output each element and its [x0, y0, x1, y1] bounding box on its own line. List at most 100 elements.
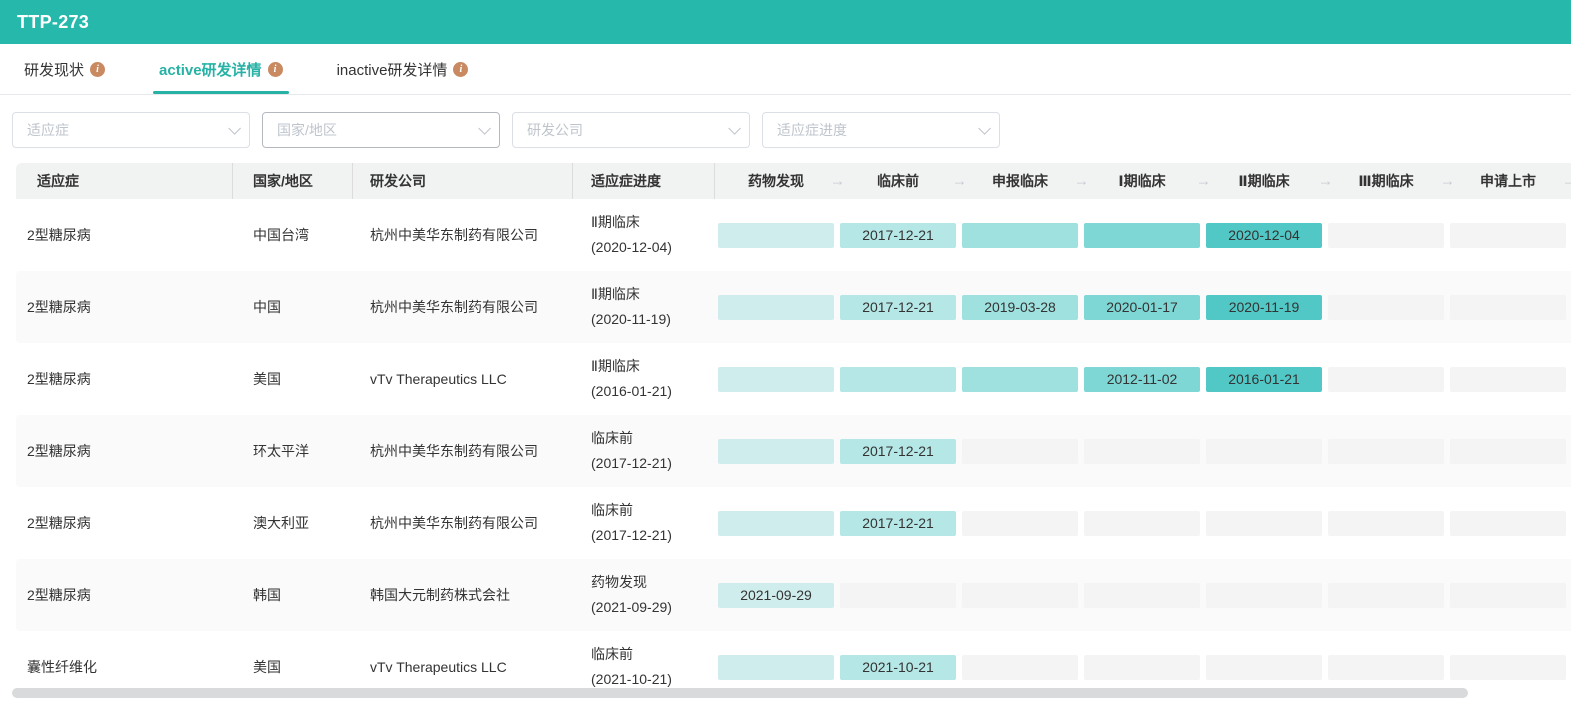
- region-cell: 澳大利亚: [233, 487, 353, 559]
- stage-empty-cell: [962, 655, 1078, 680]
- stage-progress-cell: [1084, 223, 1200, 248]
- indication-progress-filter[interactable]: 适应症进度: [762, 112, 1000, 148]
- stage-progress-cell: 2020-11-19: [1206, 295, 1322, 320]
- indication-cell: 2型糖尿病: [16, 271, 233, 343]
- stage-progress-cell: [718, 367, 834, 392]
- indication-filter[interactable]: 适应症: [12, 112, 250, 148]
- table-body: 2型糖尿病中国台湾杭州中美华东制药有限公司Ⅱ期临床(2020-12-04)201…: [16, 199, 1571, 703]
- indication-cell: 2型糖尿病: [16, 559, 233, 631]
- table-row: 2型糖尿病澳大利亚杭州中美华东制药有限公司临床前(2017-12-21)2017…: [16, 487, 1571, 559]
- stage-progress-cell: 2016-01-21: [1206, 367, 1322, 392]
- tab-bar: 研发现状 i active研发详情 i inactive研发详情 i: [0, 44, 1571, 95]
- page-header: TTP-273: [0, 0, 1571, 44]
- table-row: 2型糖尿病中国台湾杭州中美华东制药有限公司Ⅱ期临床(2020-12-04)201…: [16, 199, 1571, 271]
- column-header-progress: 适应症进度: [573, 163, 715, 199]
- stage-progress-cell: 2020-01-17: [1084, 295, 1200, 320]
- stage-empty-cell: [1328, 223, 1444, 248]
- stage-empty-cell: [1450, 583, 1566, 608]
- table-row: 2型糖尿病韩国韩国大元制药株式会社药物发现(2021-09-29)2021-09…: [16, 559, 1571, 631]
- arrow-right-icon: →: [1440, 173, 1455, 190]
- company-filter[interactable]: 研发公司: [512, 112, 750, 148]
- stage-headers: 药物发现→临床前→申报临床→Ⅰ期临床→Ⅱ期临床→Ⅲ期临床→申请上市→: [715, 163, 1569, 199]
- indication-cell: 2型糖尿病: [16, 415, 233, 487]
- info-icon[interactable]: i: [268, 62, 283, 77]
- company-cell: 韩国大元制药株式会社: [353, 559, 573, 631]
- chevron-down-icon: [728, 122, 741, 135]
- table-row: 2型糖尿病环太平洋杭州中美华东制药有限公司临床前(2017-12-21) 2017…: [16, 415, 1571, 487]
- stage-progress-cell: [718, 511, 834, 536]
- stage-header-slot: 申请上市 →: [1447, 163, 1569, 199]
- stage-empty-cell: [1328, 583, 1444, 608]
- country-region-filter[interactable]: 国家/地区: [262, 112, 500, 148]
- column-header-region: 国家/地区: [233, 163, 353, 199]
- stage-progress-cell: [718, 295, 834, 320]
- stage-progress-cell: 2017-12-21: [840, 223, 956, 248]
- filter-bar: 适应症 国家/地区 研发公司 适应症进度: [12, 112, 1571, 148]
- arrow-right-icon: →: [1318, 173, 1333, 190]
- stage-column-label: 临床前: [877, 171, 919, 191]
- stage-column-label: 药物发现: [748, 171, 804, 191]
- stage-progress-cell: [962, 367, 1078, 392]
- table-row: 2型糖尿病中国杭州中美华东制药有限公司Ⅱ期临床(2020-11-19)2017-…: [16, 271, 1571, 343]
- stage-empty-cell: [962, 583, 1078, 608]
- stage-progress-cell: 2020-12-04: [1206, 223, 1322, 248]
- stage-column-label: Ⅱ期临床: [1238, 171, 1289, 191]
- stage-header-slot: 临床前→: [837, 163, 959, 199]
- progress-cell: 临床前(2017-12-21): [573, 415, 715, 487]
- progress-cell: Ⅱ期临床(2020-11-19): [573, 271, 715, 343]
- arrow-right-icon: →: [1562, 173, 1571, 190]
- stage-empty-cell: [1450, 223, 1566, 248]
- stage-header-slot: Ⅲ期临床→: [1325, 163, 1447, 199]
- stage-header-slot: 药物发现→: [715, 163, 837, 199]
- chevron-down-icon: [478, 122, 491, 135]
- stage-empty-cell: [1206, 583, 1322, 608]
- stage-progress-cell: [840, 367, 956, 392]
- stage-empty-cell: [1328, 367, 1444, 392]
- stage-empty-cell: [1450, 295, 1566, 320]
- stage-empty-cell: [1084, 511, 1200, 536]
- stage-header-slot: Ⅱ期临床→: [1203, 163, 1325, 199]
- progress-cell: 药物发现(2021-09-29): [573, 559, 715, 631]
- stage-progress-cell: [718, 655, 834, 680]
- region-cell: 中国台湾: [233, 199, 353, 271]
- progress-cell: Ⅱ期临床(2016-01-21): [573, 343, 715, 415]
- page-title: TTP-273: [17, 12, 89, 33]
- stage-progress-cell: 2021-09-29: [718, 583, 834, 608]
- company-cell: 杭州中美华东制药有限公司: [353, 415, 573, 487]
- pipeline-table: 适应症 国家/地区 研发公司 适应症进度 药物发现→临床前→申报临床→Ⅰ期临床→…: [16, 163, 1571, 703]
- info-icon[interactable]: i: [453, 62, 468, 77]
- progress-cell: 临床前(2017-12-21): [573, 487, 715, 559]
- stage-empty-cell: [1328, 295, 1444, 320]
- horizontal-scrollbar[interactable]: [0, 688, 1571, 698]
- stage-empty-cell: [1450, 439, 1566, 464]
- info-icon[interactable]: i: [90, 62, 105, 77]
- stage-progress-cell: 2012-11-02: [1084, 367, 1200, 392]
- company-cell: 杭州中美华东制药有限公司: [353, 271, 573, 343]
- region-cell: 环太平洋: [233, 415, 353, 487]
- stage-progress-cell: 2017-12-21: [840, 439, 956, 464]
- indication-cell: 2型糖尿病: [16, 487, 233, 559]
- stage-empty-cell: [962, 511, 1078, 536]
- arrow-right-icon: →: [830, 173, 845, 190]
- arrow-right-icon: →: [1074, 173, 1089, 190]
- stage-column-label: 申报临床: [992, 171, 1048, 191]
- chevron-down-icon: [978, 122, 991, 135]
- stage-column-label: Ⅲ期临床: [1358, 171, 1413, 191]
- arrow-right-icon: →: [952, 173, 967, 190]
- stage-progress-cell: 2019-03-28: [962, 295, 1078, 320]
- tab-research-status[interactable]: 研发现状 i: [12, 44, 117, 94]
- chevron-down-icon: [228, 122, 241, 135]
- stage-column-label: 申请上市: [1480, 171, 1536, 191]
- stage-progress-cell: 2017-12-21: [840, 295, 956, 320]
- stage-empty-cell: [1206, 439, 1322, 464]
- stage-progress-cell: [718, 439, 834, 464]
- company-cell: vTv Therapeutics LLC: [353, 343, 573, 415]
- stage-empty-cell: [840, 583, 956, 608]
- tab-inactive-details[interactable]: inactive研发详情 i: [325, 44, 481, 94]
- stage-empty-cell: [1328, 655, 1444, 680]
- tab-active-details[interactable]: active研发详情 i: [147, 44, 295, 94]
- indication-cell: 2型糖尿病: [16, 199, 233, 271]
- table-row: 2型糖尿病美国vTv Therapeutics LLCⅡ期临床(2016-01-…: [16, 343, 1571, 415]
- progress-cell: Ⅱ期临床(2020-12-04): [573, 199, 715, 271]
- scrollbar-thumb[interactable]: [12, 688, 1468, 698]
